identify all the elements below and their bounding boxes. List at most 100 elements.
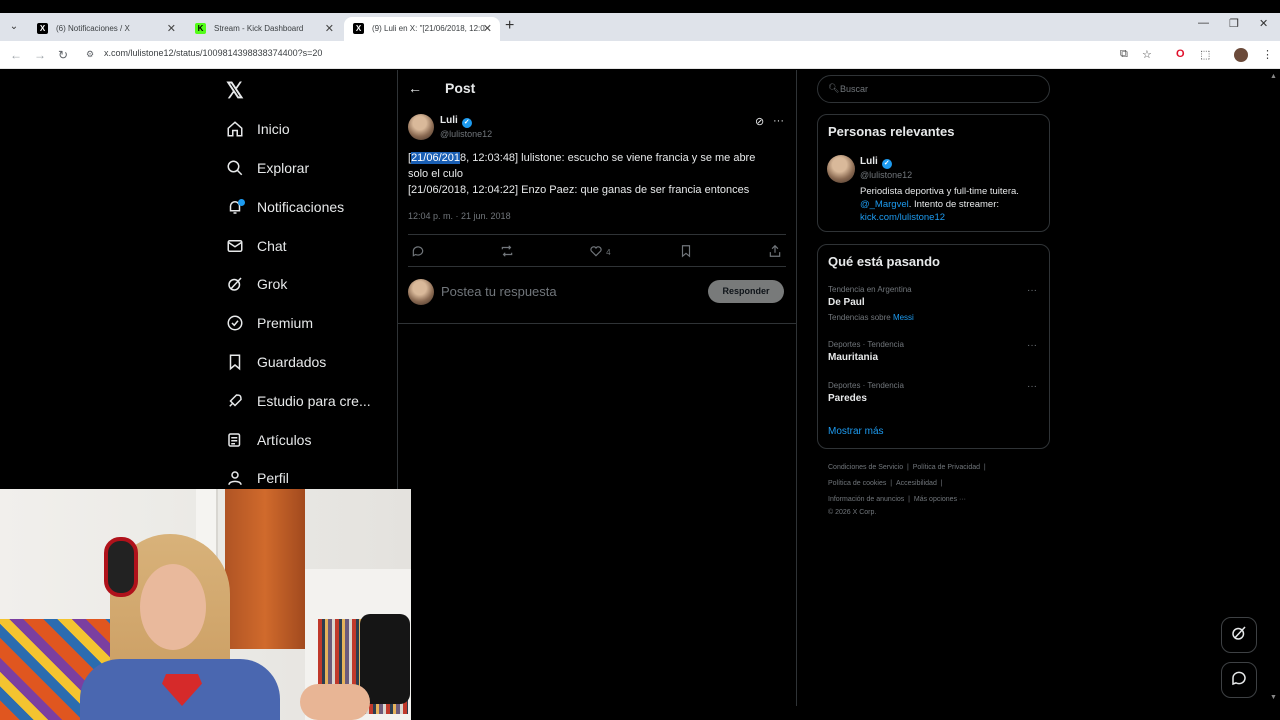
nav-item-estudio[interactable]: Estudio para cre... xyxy=(226,389,371,413)
nav-item-explorar[interactable]: Explorar xyxy=(226,156,309,180)
close-tab-icon[interactable]: ✕ xyxy=(483,17,492,41)
site-info-icon[interactable]: ⚙ xyxy=(86,49,94,60)
tweet-text-line-3: [21/06/2018, 12:04:22] Enzo Paez: que ga… xyxy=(408,184,750,196)
minimize-icon[interactable]: — xyxy=(1198,17,1209,29)
browser-tab-kick[interactable]: K Stream - Kick Dashboard ✕ xyxy=(186,17,342,41)
author-name[interactable]: Luli ✓ xyxy=(440,115,472,128)
nav-label: Notificaciones xyxy=(257,199,345,215)
relevant-name[interactable]: Luli ✓ xyxy=(860,156,892,169)
margvel-link[interactable]: @_Margvel xyxy=(860,199,909,210)
relevant-avatar[interactable] xyxy=(827,155,855,183)
url-field[interactable]: x.com/lulistone12/status/100981439883837… xyxy=(104,48,322,58)
nav-item-chat[interactable]: Chat xyxy=(226,234,287,258)
search-box[interactable]: 🔍︎ xyxy=(817,75,1050,103)
webcam-face xyxy=(140,564,206,650)
more-options-icon[interactable]: ··· xyxy=(773,115,784,127)
bookmark-post-icon[interactable] xyxy=(679,244,693,258)
nav-item-inicio[interactable]: Inicio xyxy=(226,117,290,141)
scroll-down-icon[interactable]: ▼ xyxy=(1270,694,1277,701)
card-title: Qué está pasando xyxy=(828,254,940,269)
nav-item-perfil[interactable]: Perfil xyxy=(226,466,289,490)
tweet-text-line-1: [21/06/2018, 12:03:48] lulistone: escuch… xyxy=(408,152,755,164)
grok-icon xyxy=(1230,624,1248,647)
share-icon[interactable] xyxy=(768,244,782,258)
accessibility-link[interactable]: Accesibilidad xyxy=(896,480,937,487)
page-title: Post xyxy=(445,80,476,96)
opera-extension-icon[interactable]: O xyxy=(1176,48,1185,60)
verified-icon: ✓ xyxy=(461,118,472,128)
trend-item-mauritania[interactable]: Mauritania xyxy=(828,352,878,363)
scroll-up-icon[interactable]: ▲ xyxy=(1270,73,1277,80)
trend-more-icon[interactable]: ··· xyxy=(1027,381,1037,392)
column-divider-right xyxy=(796,70,797,706)
search-icon: 🔍︎ xyxy=(828,83,840,93)
reply-input[interactable]: Postea tu respuesta xyxy=(441,284,557,299)
new-tab-button[interactable]: + xyxy=(505,17,514,35)
browser-menu-icon[interactable]: ⋮ xyxy=(1262,48,1273,61)
verified-icon: ✓ xyxy=(881,159,892,169)
kick-link[interactable]: kick.com/lulistone12 xyxy=(860,212,945,223)
webcam-headset xyxy=(104,537,138,597)
tab-search-button[interactable]: ⌄ xyxy=(6,19,22,35)
screen-top-bar xyxy=(0,0,1280,13)
x-logo-icon[interactable]: 𝕏 xyxy=(226,78,244,104)
cookies-link[interactable]: Política de cookies xyxy=(828,480,886,487)
privacy-link[interactable]: Política de Privacidad xyxy=(913,464,980,471)
back-arrow-icon[interactable]: ← xyxy=(408,80,422,96)
relevant-handle[interactable]: @lulistone12 xyxy=(860,170,912,180)
repost-icon[interactable] xyxy=(500,244,514,258)
relevant-bio-line-1: Periodista deportiva y full-time tuitera… xyxy=(860,186,1019,197)
nav-item-notificaciones[interactable]: Notificaciones xyxy=(226,195,344,219)
profile-avatar[interactable] xyxy=(1234,48,1248,62)
text-segment: 8, 12:03:48] lulistone: escucho se viene… xyxy=(460,152,756,164)
browser-tab-notificaciones[interactable]: X (6) Notificaciones / X ✕ xyxy=(28,17,184,41)
chat-fab-button[interactable] xyxy=(1221,662,1257,698)
nav-item-articulos[interactable]: Artículos xyxy=(226,428,311,452)
trend-more-icon[interactable]: ··· xyxy=(1027,285,1037,296)
tweet-text-line-2: solo el culo xyxy=(408,168,464,180)
kick-favicon-icon: K xyxy=(195,23,206,34)
show-more-link[interactable]: Mostrar más xyxy=(828,426,884,437)
reply-button[interactable]: Responder xyxy=(708,280,784,303)
nav-item-grok[interactable]: Grok xyxy=(226,272,287,296)
grok-explain-icon[interactable]: ⊘ xyxy=(755,115,764,128)
close-tab-icon[interactable]: ✕ xyxy=(325,17,334,41)
forward-icon[interactable]: → xyxy=(34,48,46,62)
ads-info-link[interactable]: Información de anuncios xyxy=(828,496,904,503)
trend-item-de-paul[interactable]: De Paul xyxy=(828,297,865,308)
post-divider xyxy=(408,234,786,235)
restore-icon[interactable]: ❐ xyxy=(1229,17,1239,30)
terms-link[interactable]: Condiciones de Servicio xyxy=(828,464,903,471)
reload-icon[interactable]: ↻ xyxy=(58,48,68,62)
trend-item-paredes[interactable]: Paredes xyxy=(828,393,867,404)
back-icon[interactable]: ← xyxy=(10,48,22,62)
verified-badge-icon xyxy=(226,314,244,332)
nav-label: Artículos xyxy=(257,432,312,448)
close-tab-icon[interactable]: ✕ xyxy=(167,17,176,41)
post-header: ← Post xyxy=(398,70,796,108)
trend-more-icon[interactable]: ··· xyxy=(1027,340,1037,351)
author-handle[interactable]: @lulistone12 xyxy=(440,129,492,139)
reply-icon[interactable] xyxy=(411,244,425,258)
search-input[interactable] xyxy=(840,81,1040,97)
search-icon xyxy=(226,159,244,177)
my-avatar xyxy=(408,279,434,305)
more-options-link[interactable]: Más opciones ··· xyxy=(914,496,966,503)
nav-item-premium[interactable]: Premium xyxy=(226,311,313,335)
close-window-icon[interactable]: ✕ xyxy=(1259,17,1268,30)
messi-link[interactable]: Messi xyxy=(893,313,914,322)
nav-label: Inicio xyxy=(257,121,290,137)
trend-meta: Tendencia en Argentina xyxy=(828,285,912,294)
grok-fab-button[interactable] xyxy=(1221,617,1257,653)
grok-icon xyxy=(226,275,244,293)
browser-tab-post[interactable]: X (9) Luli en X: "[21/06/2018, 12:0 ✕ xyxy=(344,17,500,41)
bookmark-star-icon[interactable]: ☆ xyxy=(1142,48,1152,61)
author-avatar[interactable] xyxy=(408,114,434,140)
footer-row-1: Condiciones de Servicio | Política de Pr… xyxy=(828,464,986,471)
install-app-icon[interactable]: ⧉ xyxy=(1120,48,1128,61)
post-timestamp[interactable]: 12:04 p. m. · 21 jun. 2018 xyxy=(408,211,511,221)
like-button[interactable]: 4 xyxy=(589,244,611,258)
extensions-icon[interactable]: ⬚ xyxy=(1200,48,1210,61)
x-favicon-icon: X xyxy=(353,23,364,34)
nav-item-guardados[interactable]: Guardados xyxy=(226,350,326,374)
